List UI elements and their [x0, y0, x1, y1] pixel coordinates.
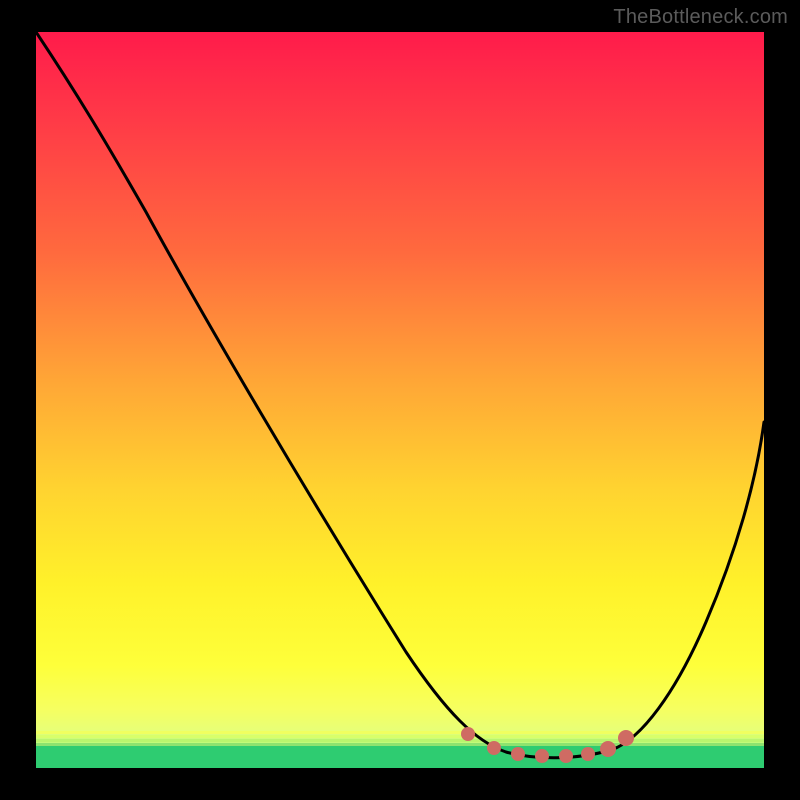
bottleneck-curve [36, 32, 764, 758]
highlight-dots [461, 727, 634, 763]
chart-frame: TheBottleneck.com [0, 0, 800, 800]
watermark-text: TheBottleneck.com [613, 6, 788, 29]
curve-svg [36, 32, 764, 768]
plot-area [36, 32, 764, 768]
